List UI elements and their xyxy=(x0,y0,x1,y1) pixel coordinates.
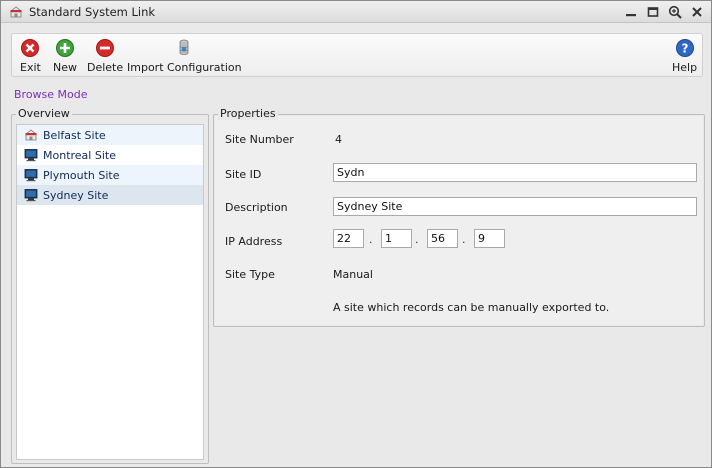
site-type-label: Site Type xyxy=(225,268,275,281)
delete-icon xyxy=(95,38,115,58)
exit-button[interactable]: Exit xyxy=(20,38,41,74)
monitor-icon xyxy=(24,188,38,202)
site-number-label: Site Number xyxy=(225,133,294,146)
exit-icon xyxy=(20,38,40,58)
add-icon xyxy=(55,38,75,58)
properties-panel: Site Number 4 Site ID Description IP Add… xyxy=(213,107,705,327)
exit-button-label: Exit xyxy=(20,61,41,74)
site-type-value: Manual xyxy=(333,268,373,281)
zoom-icon[interactable] xyxy=(665,3,685,21)
description-field[interactable] xyxy=(333,197,697,216)
site-list: Belfast Site Montreal Site Plymouth Site… xyxy=(16,124,204,460)
window-controls xyxy=(621,3,707,21)
home-site-icon xyxy=(24,128,38,142)
site-id-field[interactable] xyxy=(333,163,697,182)
ip-octet-4-field[interactable] xyxy=(474,229,505,248)
app-logo-icon xyxy=(9,5,23,19)
site-item-plymouth[interactable]: Plymouth Site xyxy=(17,165,203,185)
site-item-belfast[interactable]: Belfast Site xyxy=(17,125,203,145)
import-configuration-button[interactable]: Import Configuration xyxy=(127,38,242,74)
minimize-icon[interactable] xyxy=(621,3,641,21)
site-item-label: Belfast Site xyxy=(43,128,106,142)
ip-address-label: IP Address xyxy=(225,235,283,248)
site-type-description: A site which records can be manually exp… xyxy=(333,301,610,314)
help-icon: ? xyxy=(675,38,695,58)
ip-octet-3-field[interactable] xyxy=(427,229,458,248)
svg-text:?: ? xyxy=(681,42,688,56)
site-item-label: Montreal Site xyxy=(43,148,116,162)
help-button-label: Help xyxy=(672,61,698,74)
site-id-label: Site ID xyxy=(225,168,262,181)
site-item-label: Sydney Site xyxy=(43,188,109,202)
ip-separator: . xyxy=(462,233,466,246)
help-button[interactable]: ? Help xyxy=(672,38,697,74)
title-bar: Standard System Link xyxy=(1,1,711,23)
ip-separator: . xyxy=(369,233,373,246)
new-button-label: New xyxy=(53,61,77,74)
site-item-sydney[interactable]: Sydney Site xyxy=(17,185,203,205)
ip-separator: . xyxy=(415,233,419,246)
new-button[interactable]: New xyxy=(53,38,77,74)
app-window: Standard System Link Exit New Delete Imp… xyxy=(0,0,712,468)
import-configuration-icon xyxy=(174,38,194,58)
import-configuration-label: Import Configuration xyxy=(127,61,242,74)
overview-title: Overview xyxy=(16,107,72,120)
properties-body: Site Number 4 Site ID Description IP Add… xyxy=(215,116,703,325)
ip-octet-1-field[interactable] xyxy=(333,229,364,248)
delete-button[interactable]: Delete xyxy=(87,38,123,74)
description-label: Description xyxy=(225,201,288,214)
maximize-icon[interactable] xyxy=(643,3,663,21)
window-title: Standard System Link xyxy=(29,5,156,19)
monitor-icon xyxy=(24,148,38,162)
ip-octet-2-field[interactable] xyxy=(381,229,412,248)
delete-button-label: Delete xyxy=(87,61,124,74)
site-number-value: 4 xyxy=(335,133,342,146)
toolbar: Exit New Delete Import Configuration ? H… xyxy=(11,33,703,77)
site-item-montreal[interactable]: Montreal Site xyxy=(17,145,203,165)
close-icon[interactable] xyxy=(687,3,707,21)
site-item-label: Plymouth Site xyxy=(43,168,120,182)
properties-title: Properties xyxy=(218,107,278,120)
monitor-icon xyxy=(24,168,38,182)
browse-mode-link[interactable]: Browse Mode xyxy=(14,88,88,101)
overview-panel: Overview Belfast Site Montreal Site Plym… xyxy=(11,107,209,464)
